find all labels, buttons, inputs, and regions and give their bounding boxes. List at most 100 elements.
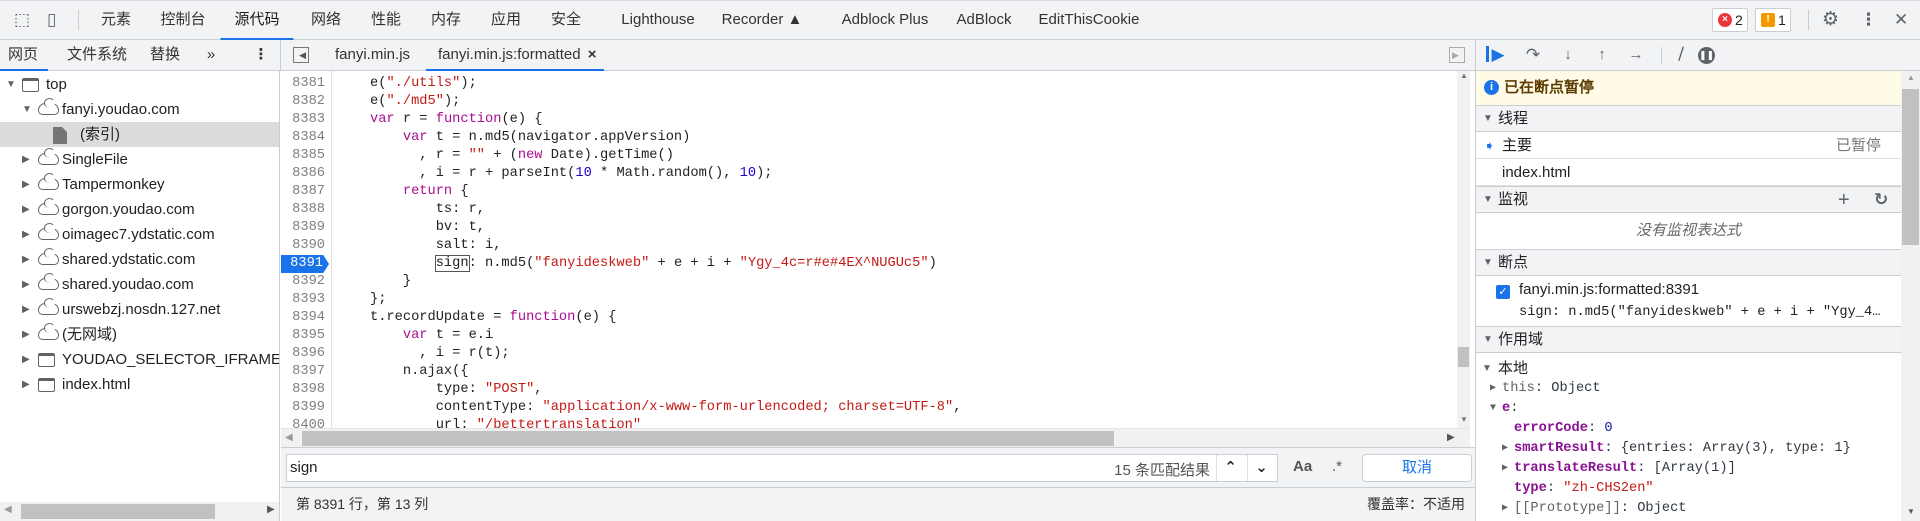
deactivate-breakpoints-icon[interactable]: ⧸ xyxy=(1670,45,1692,65)
expand-arrow-icon[interactable]: ▶ xyxy=(22,247,30,272)
line-number[interactable]: 8396 xyxy=(281,345,327,363)
code-line[interactable]: 8387 return { xyxy=(281,183,1457,201)
resume-script-icon[interactable]: ▶ xyxy=(1487,45,1509,65)
file-tab-fanyi-min-js-formatted[interactable]: fanyi.min.js:formatted × xyxy=(426,40,604,71)
device-toolbar-icon[interactable]: ▯ xyxy=(47,10,56,30)
line-number[interactable]: 8397 xyxy=(281,363,327,381)
line-number[interactable]: 8395 xyxy=(281,327,327,345)
inspect-element-icon[interactable]: ⬚ xyxy=(14,10,30,30)
code-line[interactable]: 8396 , i = r(t); xyxy=(281,345,1457,363)
toggle-debugger-sidebar-icon[interactable]: ▶ xyxy=(1449,47,1465,63)
close-devtools-icon[interactable]: ✕ xyxy=(1894,10,1908,30)
tab-console[interactable]: 控制台 xyxy=(148,1,217,40)
tab-page[interactable]: 网页 xyxy=(0,40,49,71)
watch-section-header[interactable]: 监视 + ↻ xyxy=(1476,186,1901,213)
line-number[interactable]: 8399 xyxy=(281,399,327,417)
code-line[interactable]: 8388 ts: r, xyxy=(281,201,1457,219)
step-icon[interactable]: → xyxy=(1625,45,1647,65)
add-watch-expression-icon[interactable]: + xyxy=(1838,187,1850,213)
line-number[interactable]: 8390 xyxy=(281,237,327,255)
tab-filesystem[interactable]: 文件系统 xyxy=(61,40,133,70)
threads-section-header[interactable]: 线程 xyxy=(1476,105,1901,132)
breakpoint-item[interactable]: ✓ fanyi.min.js:formatted:8391 sign: n.md… xyxy=(1476,276,1901,326)
breakpoint-checkbox[interactable]: ✓ xyxy=(1496,285,1510,299)
collapse-arrow-icon[interactable]: ▼ xyxy=(6,72,16,97)
expand-arrow-icon[interactable]: ▶ xyxy=(22,347,30,372)
scope-local[interactable]: ▼ 本地 xyxy=(1482,359,1528,379)
tab-adblock[interactable]: AdBlock xyxy=(944,1,1023,40)
scope-e[interactable]: ▼ e: xyxy=(1490,399,1518,419)
editor-vertical-scrollbar[interactable]: ▲ ▼ xyxy=(1457,71,1470,428)
regex-toggle[interactable]: .* xyxy=(1332,458,1342,475)
code-line[interactable]: 8398 type: "POST", xyxy=(281,381,1457,399)
breakpoint-marker[interactable]: 8391 xyxy=(281,255,329,273)
line-number[interactable]: 8383 xyxy=(281,111,327,129)
tree-item[interactable]: ▶ shared.ydstatic.com xyxy=(0,247,279,272)
editor-horizontal-scrollbar[interactable]: ◀ ▶ xyxy=(281,428,1470,447)
sidebar-vertical-scrollbar[interactable]: ▲ ▼ xyxy=(1901,71,1920,521)
scope-errorcode[interactable]: errorCode: 0 xyxy=(1514,419,1613,439)
code-line[interactable]: 8395 var t = e.i xyxy=(281,327,1457,345)
expand-arrow-icon[interactable]: ▶ xyxy=(22,197,30,222)
tab-lighthouse[interactable]: Lighthouse xyxy=(609,1,706,40)
line-number[interactable]: 8393 xyxy=(281,291,327,309)
tree-item[interactable]: ▶ (无网域) xyxy=(0,322,279,347)
line-number[interactable]: 8394 xyxy=(281,309,327,327)
code-line[interactable]: 8386 , i = r + parseInt(10 * Math.random… xyxy=(281,165,1457,183)
code-line[interactable]: 8385 , r = "" + (new Date).getTime() xyxy=(281,147,1457,165)
tree-item[interactable]: ▶ oimagec7.ydstatic.com xyxy=(0,222,279,247)
tree-item[interactable]: ▶ shared.youdao.com xyxy=(0,272,279,297)
step-over-icon[interactable]: ↷ xyxy=(1522,45,1544,65)
line-number[interactable]: 8388 xyxy=(281,201,327,219)
navigator-menu-icon[interactable]: ⋮ xyxy=(248,40,275,70)
code-line[interactable]: 8384 var t = n.md5(navigator.appVersion) xyxy=(281,129,1457,147)
next-match-button[interactable]: ⌄ xyxy=(1247,455,1275,481)
code-line[interactable]: 8393}; xyxy=(281,291,1457,309)
line-number[interactable]: 8392 xyxy=(281,273,327,291)
code-line[interactable]: 8390 salt: i, xyxy=(281,237,1457,255)
expand-arrow-icon[interactable]: ▶ xyxy=(22,272,30,297)
code-line[interactable]: 8397 n.ajax({ xyxy=(281,363,1457,381)
warning-count-badge[interactable]: ! 1 xyxy=(1755,8,1791,32)
coverage-status[interactable]: 覆盖率：不适用 xyxy=(1367,488,1465,521)
tab-memory[interactable]: 内存 xyxy=(419,1,473,40)
tab-recorder[interactable]: Recorder ▲ xyxy=(710,1,815,40)
error-count-badge[interactable]: × 2 xyxy=(1712,8,1748,32)
code-line[interactable]: 8399 contentType: "application/x-www-for… xyxy=(281,399,1457,417)
line-number[interactable]: 8387 xyxy=(281,183,327,201)
tree-item[interactable]: (索引) xyxy=(0,122,279,147)
expand-arrow-icon[interactable]: ▶ xyxy=(22,322,30,347)
code-line[interactable]: 8391 sign: n.md5("fanyideskweb" + e + i … xyxy=(281,255,1457,273)
close-tab-icon[interactable]: × xyxy=(588,46,597,63)
cancel-search-button[interactable]: 取消 xyxy=(1362,454,1472,482)
tree-item[interactable]: ▶ Tampermonkey xyxy=(0,172,279,197)
settings-gear-icon[interactable]: ⚙ xyxy=(1822,8,1839,31)
breakpoints-section-header[interactable]: 断点 xyxy=(1476,249,1901,276)
scope-smartresult[interactable]: ▶ smartResult: {entries: Array(3), type: … xyxy=(1502,439,1851,459)
tree-item[interactable]: ▼ top xyxy=(0,72,279,97)
toggle-navigator-icon[interactable]: ◀ xyxy=(293,47,309,63)
scope-section-header[interactable]: 作用域 xyxy=(1476,326,1901,353)
line-number[interactable]: 8398 xyxy=(281,381,327,399)
navigator-horizontal-scrollbar[interactable]: ◀ ▶ xyxy=(0,502,279,521)
tree-item[interactable]: ▼ fanyi.youdao.com xyxy=(0,97,279,122)
thread-main[interactable]: ➧ 主要 已暂停 xyxy=(1476,132,1901,159)
tab-performance[interactable]: 性能 xyxy=(359,1,413,40)
line-number[interactable]: 8385 xyxy=(281,147,327,165)
line-number[interactable]: 8384 xyxy=(281,129,327,147)
scope-translateresult[interactable]: ▶ translateResult: [Array(1)] xyxy=(1502,459,1736,479)
refresh-watch-icon[interactable]: ↻ xyxy=(1874,187,1888,213)
tab-security[interactable]: 安全 xyxy=(539,1,593,40)
scope-this[interactable]: ▶ this: Object xyxy=(1490,379,1601,399)
code-line[interactable]: 8394 t.recordUpdate = function(e) { xyxy=(281,309,1457,327)
scope-prototype[interactable]: ▶ [[Prototype]]: Object xyxy=(1502,499,1687,519)
code-line[interactable]: 8382 e("./md5"); xyxy=(281,93,1457,111)
more-tabs-button[interactable]: » xyxy=(201,40,221,70)
code-editor[interactable]: 8380var n = e("./jquery-1.7");8381e("./u… xyxy=(281,71,1470,428)
tree-item[interactable]: ▶ gorgon.youdao.com xyxy=(0,197,279,222)
expand-arrow-icon[interactable]: ▶ xyxy=(22,147,30,172)
tab-adblock-plus[interactable]: Adblock Plus xyxy=(830,1,941,40)
code-line[interactable]: 8392 } xyxy=(281,273,1457,291)
tab-overrides[interactable]: 替换 xyxy=(144,40,186,70)
line-number[interactable]: 8389 xyxy=(281,219,327,237)
